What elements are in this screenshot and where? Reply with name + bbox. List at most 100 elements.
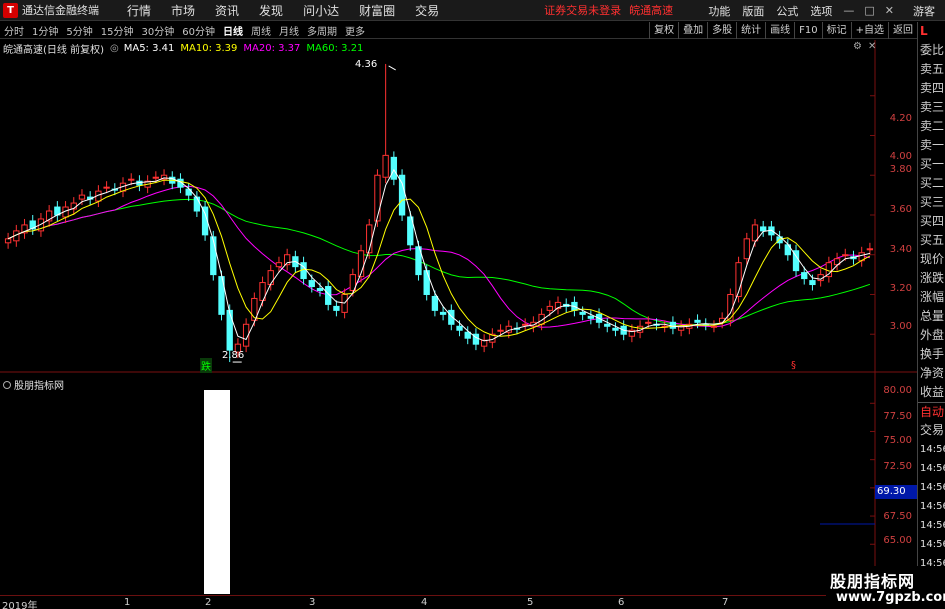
legend-ma10: MA10: 3.39: [180, 42, 238, 54]
date-axis: 2019年 1 2 3 4 5 6 7: [0, 595, 917, 609]
candle-body: [439, 311, 447, 315]
candle-body: [103, 186, 110, 189]
high-label: 4.36: [355, 59, 378, 70]
quote-field-label: 净资: [920, 366, 945, 380]
candle-body: [316, 288, 324, 292]
candle-body: [497, 329, 504, 332]
date-label: 1: [124, 597, 131, 608]
ma20-line: [7, 185, 871, 328]
quote-field-label: 卖三: [920, 100, 945, 114]
candle-body: [78, 194, 86, 200]
candle-body: [801, 272, 808, 280]
indicator-toggle-icon[interactable]: [3, 380, 11, 389]
legend-ma60: MA60: 3.21: [306, 42, 364, 54]
candle-body: [275, 262, 283, 268]
candle-body: [193, 196, 201, 212]
ma-legend: 皖通高速(日线 前复权) ◎ MA5: 3.41 MA10: 3.39 MA20…: [3, 41, 369, 56]
candle-body: [267, 270, 274, 286]
tick-time: 14:56: [920, 539, 945, 550]
tick-time: 14:56: [920, 444, 945, 455]
quote-field-label: 卖五: [920, 62, 945, 76]
candle-body: [842, 254, 849, 257]
quote-field-label: 换手: [920, 347, 945, 361]
candle-body: [604, 323, 611, 327]
candle-body: [128, 178, 135, 181]
candle-body: [710, 325, 718, 328]
quote-field-label: 现价: [920, 252, 945, 266]
event-marker[interactable]: §: [791, 360, 796, 371]
auto-label[interactable]: 自动: [918, 402, 945, 421]
tick-time: 14:56: [920, 482, 945, 493]
quote-field-label: 委比: [920, 43, 945, 57]
date-label: 7: [722, 597, 729, 608]
quote-field-label: 买一: [920, 157, 945, 171]
sub-axis: 80.00 77.50 75.00 72.50 67.50 65.00: [876, 0, 916, 595]
sub-tick: 80.00: [883, 385, 912, 396]
candle-body: [308, 280, 315, 288]
candle-body: [669, 321, 677, 329]
current-value-box: 69.30: [875, 485, 917, 499]
candle-body: [743, 238, 750, 260]
candle-body: [390, 156, 398, 180]
candle-body: [398, 174, 406, 216]
watermark-url: www.7gpzb.com: [836, 590, 945, 605]
sub-indicator-title: 股朋指标网: [14, 381, 64, 392]
ma5-line: [7, 168, 871, 342]
quote-field-label: 卖四: [920, 81, 945, 95]
date-label: 6: [618, 597, 625, 608]
watermark: 股朋指标网 www.7gpzb.com: [826, 566, 945, 609]
sell-signal: 跌: [200, 358, 212, 373]
legend-ma5: MA5: 3.41: [123, 42, 175, 54]
quote-field-label: 涨幅: [920, 290, 945, 304]
trade-label[interactable]: 交易: [918, 421, 945, 440]
candle-body: [423, 270, 430, 295]
candle-body: [645, 321, 652, 324]
candle-body: [579, 311, 586, 315]
candle-body: [760, 226, 767, 232]
tick-time: 14:56: [920, 463, 945, 474]
quote-field-label: 卖二: [920, 119, 945, 133]
low-label: 2.86: [222, 350, 245, 361]
candle-body: [333, 305, 340, 311]
quote-field-label: 买二: [920, 176, 945, 190]
quote-field-label: 买五: [920, 233, 945, 247]
quote-field-label: 收益: [920, 385, 945, 399]
candle-body: [152, 176, 160, 179]
legend-ma20: MA20: 3.37: [243, 42, 301, 54]
candle-body: [374, 174, 381, 222]
quote-field-label: 外盘: [920, 328, 945, 342]
candle-body: [226, 309, 233, 351]
legend-toggle-icon[interactable]: ◎: [110, 43, 119, 54]
candle-body: [612, 327, 619, 331]
candle-body: [522, 323, 529, 326]
quote-field-label: 卖一: [920, 138, 945, 152]
quote-panel: L 委比 卖五 卖四 卖三 卖二 卖一 买一 买二 买三 买四 买五 现价 涨跌 涨幅 总量 外盘 换手 净资 收益…: [917, 22, 945, 609]
candle-body: [694, 319, 701, 323]
sub-tick: 75.00: [883, 435, 912, 446]
chart-settings-icon[interactable]: ⚙: [853, 41, 862, 52]
indicator-bar: [204, 390, 230, 594]
kline-chart[interactable]: [0, 0, 917, 595]
candle-body: [546, 305, 553, 311]
date-label: 3: [309, 597, 316, 608]
date-label: 5: [527, 597, 534, 608]
sub-tick: 67.50: [883, 511, 912, 522]
candle-body: [382, 154, 389, 178]
quote-field-label: 涨跌: [920, 271, 945, 285]
date-label: 2019年: [2, 601, 38, 609]
candle-body: [210, 236, 217, 276]
date-label: 2: [205, 597, 212, 608]
candle-body: [866, 248, 874, 251]
candle-body: [751, 224, 759, 242]
candle-body: [431, 295, 439, 311]
tick-time: 14:56: [920, 520, 945, 531]
sub-tick: 77.50: [883, 411, 912, 422]
date-label: 4: [421, 597, 428, 608]
candle-body: [456, 325, 463, 331]
sub-tick: 65.00: [883, 535, 912, 546]
sub-tick: 72.50: [883, 461, 912, 472]
stock-title: 皖通高速(日线 前复权): [3, 44, 104, 56]
quote-field-label: 买三: [920, 195, 945, 209]
high-pointer: [388, 65, 396, 71]
candle-body: [4, 238, 12, 244]
